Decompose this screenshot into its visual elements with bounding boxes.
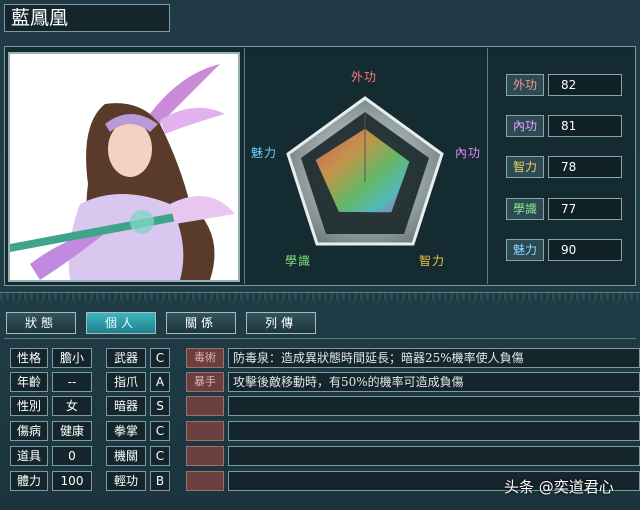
attr-label: 體力	[10, 471, 48, 491]
character-portrait	[8, 52, 240, 282]
character-name: 藍鳳凰	[4, 4, 170, 32]
trait-description	[228, 396, 640, 416]
stat-label: 內功	[506, 115, 544, 137]
stat-value: 90	[548, 239, 622, 261]
stat-row-waigong: 外功 82	[506, 74, 622, 96]
skill-label: 輕功	[106, 471, 146, 491]
stat-label: 魅力	[506, 239, 544, 261]
radar-label-waigong: 外功	[351, 70, 378, 84]
radar-label-zhili: 智力	[419, 254, 446, 268]
attr-label: 傷病	[10, 421, 48, 441]
skill-label: 拳掌	[106, 421, 146, 441]
trait-slot-empty[interactable]	[186, 446, 224, 466]
radar-label-meili: 魅力	[251, 146, 278, 160]
tab-divider	[0, 292, 640, 300]
stat-row-zhili: 智力 78	[506, 156, 622, 178]
attr-value: --	[52, 372, 92, 392]
trait-slot-empty[interactable]	[186, 396, 224, 416]
stat-label: 智力	[506, 156, 544, 178]
stat-row-meili: 魅力 90	[506, 239, 622, 261]
attr-label: 年齡	[10, 372, 48, 392]
skill-label: 暗器	[106, 396, 146, 416]
skill-label: 武器	[106, 348, 146, 368]
attr-label: 性別	[10, 396, 48, 416]
stat-value: 77	[548, 198, 622, 220]
radar-label-neigong: 內功	[455, 146, 482, 160]
trait-icon[interactable]: 暴手	[186, 372, 224, 392]
skill-grade: C	[150, 348, 170, 368]
tab-personal[interactable]: 個人	[86, 312, 156, 334]
tab-relations[interactable]: 關係	[166, 312, 236, 334]
skill-grade: A	[150, 372, 170, 392]
skill-label: 指爪	[106, 372, 146, 392]
trait-description	[228, 421, 640, 441]
attr-value: 0	[52, 446, 92, 466]
trait-slot-empty[interactable]	[186, 471, 224, 491]
skill-label: 機關	[106, 446, 146, 466]
skill-grade: C	[150, 446, 170, 466]
trait-icon[interactable]: 毒術	[186, 348, 224, 368]
stat-row-neigong: 內功 81	[506, 115, 622, 137]
radar-label-xueshi: 學識	[285, 254, 312, 268]
attribute-radar-chart: 外功 內功 智力 學識 魅力	[244, 48, 488, 284]
tab-biography[interactable]: 列傳	[246, 312, 316, 334]
stat-row-xueshi: 學識 77	[506, 198, 622, 220]
stat-value: 78	[548, 156, 622, 178]
stat-value: 82	[548, 74, 622, 96]
skill-grade: S	[150, 396, 170, 416]
attr-value: 女	[52, 396, 92, 416]
attr-value: 膽小	[52, 348, 92, 368]
skill-grade: B	[150, 471, 170, 491]
tab-status[interactable]: 狀態	[6, 312, 76, 334]
stat-label: 外功	[506, 74, 544, 96]
trait-description: 攻擊後敵移動時，有50%的機率可造成負傷	[228, 372, 640, 392]
attr-label: 性格	[10, 348, 48, 368]
stat-label: 學識	[506, 198, 544, 220]
trait-slot-empty[interactable]	[186, 421, 224, 441]
portrait-illustration	[10, 54, 238, 280]
trait-description	[228, 446, 640, 466]
skill-grade: C	[150, 421, 170, 441]
stat-value: 81	[548, 115, 622, 137]
attr-label: 道具	[10, 446, 48, 466]
trait-description: 防毒泉：造成異狀態時間延長；暗器25%機率使人負傷	[228, 348, 640, 368]
watermark-text: 头条 @奕道君心	[504, 478, 614, 496]
attr-value: 100	[52, 471, 92, 491]
attr-value: 健康	[52, 421, 92, 441]
